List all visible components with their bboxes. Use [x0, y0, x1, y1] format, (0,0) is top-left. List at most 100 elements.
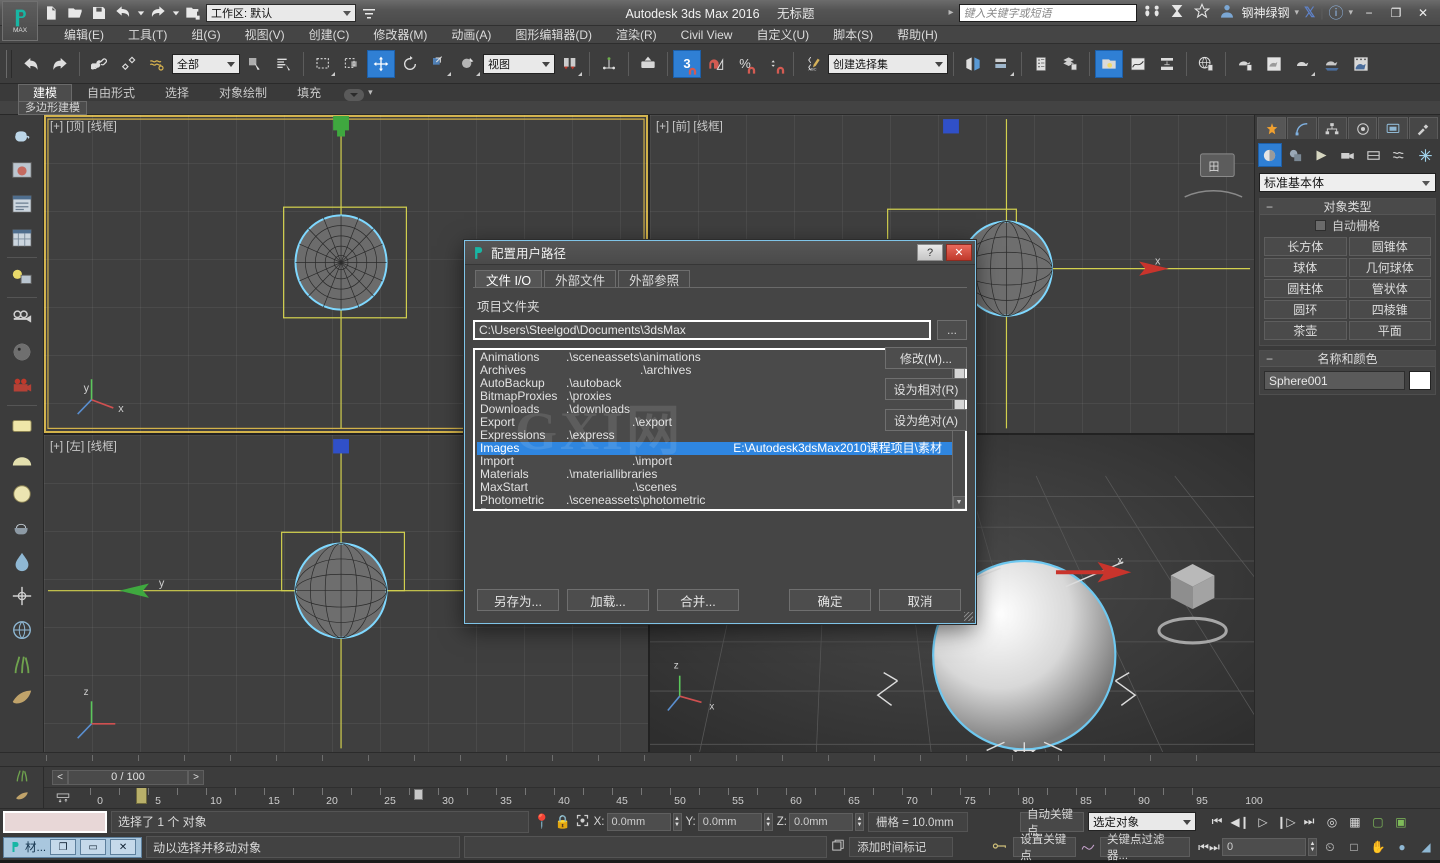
menu-item-group[interactable]: 组(G): [179, 26, 232, 44]
layer-explorer-icon[interactable]: [1027, 50, 1055, 78]
render-activeshade-icon[interactable]: [1318, 50, 1346, 78]
dome-light-icon[interactable]: [5, 443, 39, 476]
project-folder-icon[interactable]: [182, 3, 204, 23]
systems-icon[interactable]: [1413, 143, 1437, 167]
configure-user-paths-dialog[interactable]: 配置用户路径 ? ✕ 文件 I/O 外部文件 外部参照 项目文件夹 C:\Use…: [464, 240, 976, 624]
globe-icon[interactable]: [5, 613, 39, 646]
frame-number-input[interactable]: 0: [1222, 838, 1306, 856]
material-table-icon[interactable]: [5, 221, 39, 254]
y-spinner[interactable]: ▲▼: [764, 813, 773, 831]
auto-key-button[interactable]: 自动关键点: [1020, 812, 1084, 832]
taskbar-material-editor-item[interactable]: 材... ❐ ▭ ✕: [3, 837, 142, 858]
unlink-selection-icon[interactable]: [114, 50, 142, 78]
share-icon[interactable]: [1167, 3, 1187, 22]
star-icon[interactable]: [1192, 3, 1212, 22]
rectangular-selection-region-icon[interactable]: [309, 50, 337, 78]
key-filters-button[interactable]: 关键点过滤器...: [1100, 837, 1190, 857]
maximize-viewport-icon[interactable]: ▣: [1390, 812, 1412, 832]
mirror-icon[interactable]: [959, 50, 987, 78]
save-file-icon[interactable]: [88, 3, 110, 23]
snap-toggle-button[interactable]: 3: [673, 50, 701, 78]
tab-utilities[interactable]: [1409, 117, 1438, 139]
grass-icon[interactable]: [5, 647, 39, 680]
shapes-icon[interactable]: [1284, 143, 1308, 167]
create-cone-button[interactable]: 圆锥体: [1349, 237, 1432, 256]
shading-sphere-icon[interactable]: [5, 335, 39, 368]
geometry-icon[interactable]: [1258, 143, 1282, 167]
menu-item-civil-view[interactable]: Civil View: [669, 26, 745, 44]
ribbon-options-chevron-icon[interactable]: ▾: [368, 84, 373, 101]
geometry-type-combo[interactable]: 标准基本体: [1259, 173, 1436, 192]
pan-view-icon[interactable]: ✋: [1367, 837, 1389, 857]
sphere-light-icon[interactable]: [5, 477, 39, 510]
list-item[interactable]: BitmapProxies.\proxies: [477, 390, 952, 403]
menu-item-graph-editors[interactable]: 图形编辑器(D): [503, 26, 604, 44]
list-item[interactable]: Import.\import: [477, 455, 952, 468]
reference-coordinate-combo[interactable]: 视图: [483, 54, 555, 74]
menu-item-scripting[interactable]: 脚本(S): [821, 26, 885, 44]
select-and-scale-icon[interactable]: [425, 50, 453, 78]
tab-hierarchy[interactable]: [1318, 117, 1347, 139]
redo-dropdown-icon[interactable]: [171, 3, 180, 23]
create-plane-button[interactable]: 平面: [1349, 321, 1432, 340]
dialog-close-button[interactable]: ✕: [946, 244, 972, 261]
dialog-tab-external-files[interactable]: 外部文件: [544, 270, 616, 287]
time-configuration-icon[interactable]: ⏲: [1319, 837, 1341, 857]
dialog-resize-grip[interactable]: [964, 612, 973, 621]
redo-icon[interactable]: [147, 3, 169, 23]
lock-selection-icon[interactable]: 🔒: [554, 814, 570, 830]
create-pyramid-button[interactable]: 四棱锥: [1349, 300, 1432, 319]
workspace-combo[interactable]: 工作区: 默认: [206, 4, 356, 22]
scene-explorer-icon[interactable]: [1056, 50, 1084, 78]
named-selection-sets-combo[interactable]: 创建选择集: [828, 54, 948, 74]
select-and-link-icon[interactable]: [85, 50, 113, 78]
object-name-input[interactable]: Sphere001: [1264, 371, 1405, 390]
zoom-extents-selected-icon[interactable]: ◎: [1321, 812, 1343, 832]
new-file-icon[interactable]: [40, 3, 62, 23]
previous-frame-icon[interactable]: ◀❙: [1229, 812, 1251, 832]
list-item[interactable]: Photometric.\sceneassets\photometric: [477, 494, 952, 507]
percent-snap-toggle-icon[interactable]: %: [731, 50, 759, 78]
key-target-combo[interactable]: 选定对象: [1088, 812, 1196, 831]
material-list-icon[interactable]: [5, 187, 39, 220]
current-frame-display[interactable]: 0 / 100: [68, 770, 188, 785]
menu-item-animation[interactable]: 动画(A): [439, 26, 503, 44]
menu-item-rendering[interactable]: 渲染(R): [604, 26, 669, 44]
ok-button[interactable]: 确定: [789, 589, 871, 611]
maximize-viewport-toggle-icon[interactable]: ◢: [1415, 837, 1437, 857]
set-key-button[interactable]: 设置关键点: [1013, 837, 1076, 857]
zoom-extents-all-icon[interactable]: ▦: [1344, 812, 1366, 832]
cancel-button[interactable]: 取消: [879, 589, 961, 611]
ribbon-minimize-icon[interactable]: [344, 89, 364, 101]
tab-display[interactable]: [1378, 117, 1407, 139]
edit-named-selection-sets-icon[interactable]: ABC: [799, 50, 827, 78]
absolute-relative-toggle-icon[interactable]: [575, 813, 590, 831]
mini-listener-field[interactable]: [3, 811, 107, 833]
water-icon[interactable]: [5, 545, 39, 578]
key-mode-toggle-button[interactable]: ⏮⏭: [1198, 837, 1220, 857]
mesh-teapot-icon[interactable]: [5, 511, 39, 544]
cameras-icon[interactable]: [1336, 143, 1360, 167]
ribbon-tab-selection[interactable]: 选择: [150, 84, 204, 101]
create-tube-button[interactable]: 管状体: [1349, 279, 1432, 298]
undo-button[interactable]: [17, 50, 45, 78]
ribbon-tab-freeform[interactable]: 自由形式: [72, 84, 150, 101]
render-setup-icon[interactable]: [1192, 50, 1220, 78]
helpers-icon[interactable]: [1361, 143, 1385, 167]
list-item[interactable]: Materials.\materiallibraries: [477, 468, 952, 481]
list-item[interactable]: ImagesE:\Autodesk3dsMax2010课程项目\素材: [477, 442, 952, 455]
tab-motion[interactable]: [1348, 117, 1377, 139]
rendered-frame-window-icon[interactable]: [1231, 50, 1259, 78]
frame-spinner[interactable]: ▲▼: [1308, 838, 1317, 856]
toolbar-grip[interactable]: [6, 50, 12, 78]
add-time-tag-label[interactable]: 添加时间标记: [849, 837, 953, 857]
open-file-icon[interactable]: [64, 3, 86, 23]
light-setup-icon[interactable]: [5, 261, 39, 294]
leaf-icon[interactable]: [12, 790, 32, 807]
next-frame-button[interactable]: >: [188, 770, 204, 785]
list-item[interactable]: Archives.\archives: [477, 364, 952, 377]
ribbon-tab-object-paint[interactable]: 对象绘制: [204, 84, 282, 101]
helper-icon[interactable]: [5, 579, 39, 612]
y-input[interactable]: 0.0mm: [698, 813, 762, 831]
name-and-color-header[interactable]: − 名称和颜色: [1260, 351, 1435, 367]
